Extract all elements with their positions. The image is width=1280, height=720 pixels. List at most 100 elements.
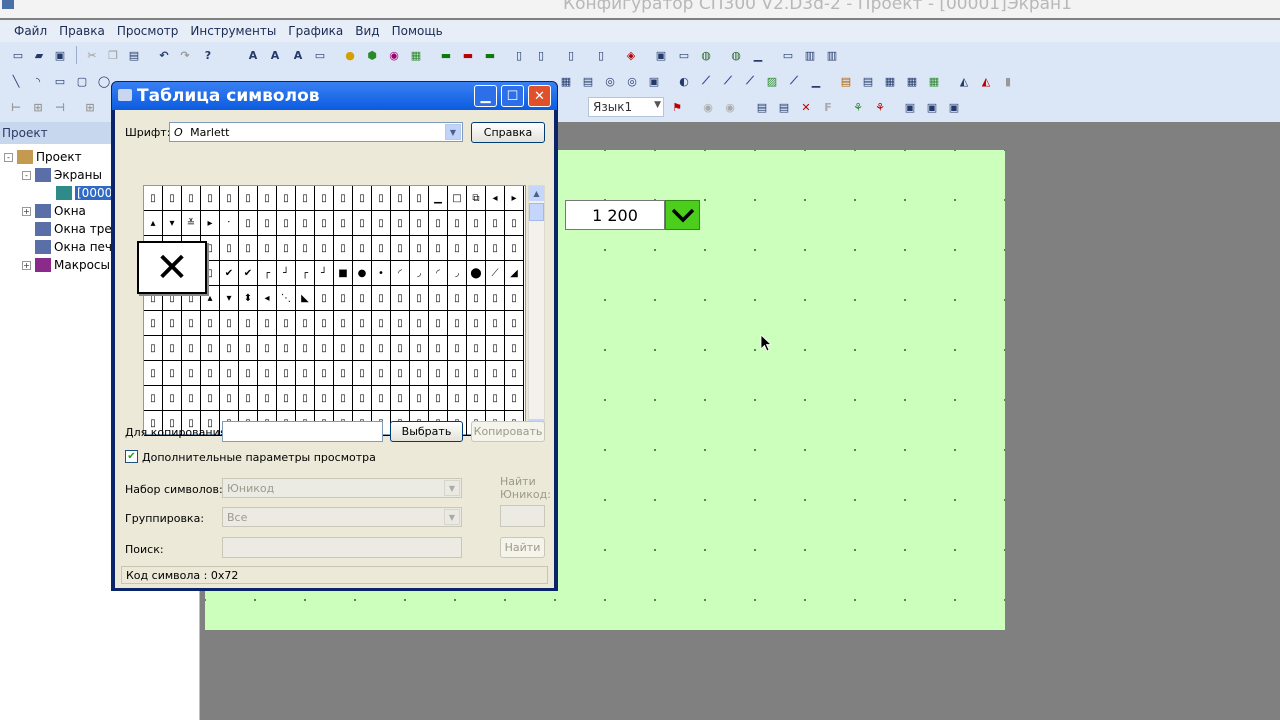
recipe-tool-icon[interactable]: ◭ bbox=[956, 73, 972, 89]
chevron-down-icon[interactable]: ▼ bbox=[444, 480, 460, 496]
line-icon[interactable]: ▁ bbox=[750, 47, 766, 63]
glyph-cell[interactable]: ▯ bbox=[486, 286, 505, 311]
meter-tool-icon[interactable]: ▣ bbox=[646, 73, 662, 89]
tree-collapse-icon[interactable]: - bbox=[4, 152, 13, 162]
glyph-cell[interactable]: ◣ bbox=[296, 286, 315, 311]
gauge-tool-icon[interactable]: ◎ bbox=[602, 73, 618, 89]
glyph-cell[interactable]: ◞ bbox=[410, 261, 429, 286]
menu-graphics[interactable]: Графика bbox=[282, 24, 349, 38]
glyph-cell[interactable]: ▯ bbox=[467, 361, 486, 386]
glyph-cell[interactable]: ▯ bbox=[448, 311, 467, 336]
glyph-cell[interactable]: ▯ bbox=[315, 386, 334, 411]
glyph-cell[interactable]: ▯ bbox=[353, 236, 372, 261]
glyph-cell[interactable]: ▯ bbox=[277, 236, 296, 261]
glyph-cell[interactable]: ▯ bbox=[277, 211, 296, 236]
tree-node-alarm-windows[interactable]: Окна тре bbox=[35, 220, 112, 238]
glyph-cell[interactable]: ▯ bbox=[334, 286, 353, 311]
tree-node-screen-1[interactable]: [0000 bbox=[56, 184, 115, 202]
glyph-cell[interactable]: ▯ bbox=[372, 286, 391, 311]
glyph-cell[interactable]: ▯ bbox=[391, 311, 410, 336]
circle-icon[interactable]: ◉ bbox=[386, 47, 402, 63]
device-icon[interactable]: ▣ bbox=[902, 99, 918, 115]
glyph-cell[interactable]: ▯ bbox=[182, 186, 201, 211]
find-button[interactable]: Найти bbox=[500, 537, 545, 558]
glyph-cell[interactable]: ▯ bbox=[410, 211, 429, 236]
glyph-cell[interactable]: ┘ bbox=[277, 261, 296, 286]
glyph-cell[interactable]: ▯ bbox=[429, 236, 448, 261]
scroll-up-icon[interactable]: ▲ bbox=[529, 186, 544, 201]
glyph-cell[interactable]: ▯ bbox=[201, 336, 220, 361]
number-icon[interactable]: ▯ bbox=[511, 47, 527, 63]
properties-icon[interactable]: ▤ bbox=[776, 99, 792, 115]
glyph-cell[interactable]: ▯ bbox=[315, 286, 334, 311]
glyph-cell[interactable]: ▯ bbox=[258, 236, 277, 261]
glyph-cell[interactable]: ▁ bbox=[429, 186, 448, 211]
chevron-down-icon[interactable]: ▼ bbox=[445, 124, 461, 140]
glyph-cell[interactable]: ▯ bbox=[391, 211, 410, 236]
glyph-cell[interactable]: ▯ bbox=[201, 386, 220, 411]
glyph-cell[interactable]: ▯ bbox=[410, 286, 429, 311]
device3-icon[interactable]: ▣ bbox=[946, 99, 962, 115]
glyph-cell[interactable]: ▯ bbox=[334, 186, 353, 211]
glyph-cell[interactable]: ▯ bbox=[486, 386, 505, 411]
grid-icon[interactable]: ▦ bbox=[408, 47, 424, 63]
glyph-cell[interactable]: ▯ bbox=[258, 386, 277, 411]
glyph-cell[interactable]: ▯ bbox=[315, 336, 334, 361]
glyph-cell[interactable]: ▯ bbox=[448, 361, 467, 386]
glyph-cell[interactable]: ▯ bbox=[258, 211, 277, 236]
glyph-cell[interactable]: ▯ bbox=[391, 286, 410, 311]
glyph-cell[interactable]: ▯ bbox=[334, 311, 353, 336]
tree-node-project[interactable]: - Проект bbox=[4, 148, 82, 166]
glyph-cell[interactable]: ✔ bbox=[220, 261, 239, 286]
glyph-cell[interactable]: ▯ bbox=[163, 311, 182, 336]
glyph-cell[interactable]: ▯ bbox=[353, 186, 372, 211]
glyph-cell[interactable]: ▯ bbox=[467, 311, 486, 336]
glyph-cell[interactable]: ▯ bbox=[144, 361, 163, 386]
glyph-cell[interactable]: ◂ bbox=[258, 286, 277, 311]
glyph-cell[interactable]: ▯ bbox=[334, 361, 353, 386]
flag-icon[interactable]: ⚑ bbox=[669, 99, 685, 115]
tree-expand-icon[interactable]: + bbox=[22, 206, 31, 216]
glyph-cell[interactable]: ▯ bbox=[239, 386, 258, 411]
glyph-cell[interactable]: ▯ bbox=[220, 336, 239, 361]
chevron-down-icon[interactable]: ▼ bbox=[444, 509, 460, 525]
glyph-cell[interactable]: ▯ bbox=[429, 311, 448, 336]
numeric-display[interactable]: 1 200 bbox=[565, 200, 665, 230]
glyph-cell[interactable]: ▯ bbox=[182, 336, 201, 361]
glyph-cell[interactable]: ▯ bbox=[505, 361, 524, 386]
arc-tool-icon[interactable]: ◝ bbox=[30, 73, 46, 89]
glyph-cell[interactable]: ▯ bbox=[296, 186, 315, 211]
numeric-icon[interactable]: ▯ bbox=[563, 47, 579, 63]
glyph-cell[interactable]: ▯ bbox=[315, 361, 334, 386]
trend-tool-icon[interactable]: ⟋ bbox=[698, 73, 714, 89]
glyph-cell[interactable]: ▯ bbox=[182, 361, 201, 386]
glyph-cell[interactable]: ▯ bbox=[391, 336, 410, 361]
glyph-cell[interactable]: ▯ bbox=[353, 286, 372, 311]
glyph-cell[interactable]: ▯ bbox=[410, 361, 429, 386]
minimize-button[interactable]: ▁ bbox=[474, 85, 497, 107]
glyph-cell[interactable]: ▯ bbox=[201, 311, 220, 336]
delete-icon[interactable]: ✕ bbox=[798, 99, 814, 115]
glyph-cell[interactable]: ▯ bbox=[448, 336, 467, 361]
glyph-cell[interactable]: ⋱ bbox=[277, 286, 296, 311]
gauge2-tool-icon[interactable]: ◎ bbox=[624, 73, 640, 89]
cut-icon[interactable]: ✂ bbox=[84, 47, 100, 63]
glyph-cell[interactable]: ▯ bbox=[296, 311, 315, 336]
text-box-icon[interactable]: ▭ bbox=[312, 47, 328, 63]
menu-view[interactable]: Просмотр bbox=[111, 24, 185, 38]
glyph-cell[interactable]: ▯ bbox=[220, 236, 239, 261]
bar-chart2-icon[interactable]: ▥ bbox=[824, 47, 840, 63]
tree-collapse-icon[interactable]: - bbox=[22, 170, 31, 180]
list-tool-icon[interactable]: ▤ bbox=[838, 73, 854, 89]
save-icon[interactable]: ▣ bbox=[52, 47, 68, 63]
glyph-cell[interactable]: ▯ bbox=[410, 186, 429, 211]
charset-select[interactable]: Юникод ▼ bbox=[222, 478, 462, 498]
shape-icon[interactable]: ⬢ bbox=[364, 47, 380, 63]
glyph-cell[interactable]: ▯ bbox=[277, 311, 296, 336]
lamp-icon[interactable]: ● bbox=[342, 47, 358, 63]
glyph-cell[interactable]: ▯ bbox=[315, 186, 334, 211]
distribute-icon[interactable]: ⊞ bbox=[82, 99, 98, 115]
glyph-cell[interactable]: ◜ bbox=[391, 261, 410, 286]
table-tool-icon[interactable]: ▦ bbox=[558, 73, 574, 89]
glyph-cell[interactable]: ▯ bbox=[239, 361, 258, 386]
